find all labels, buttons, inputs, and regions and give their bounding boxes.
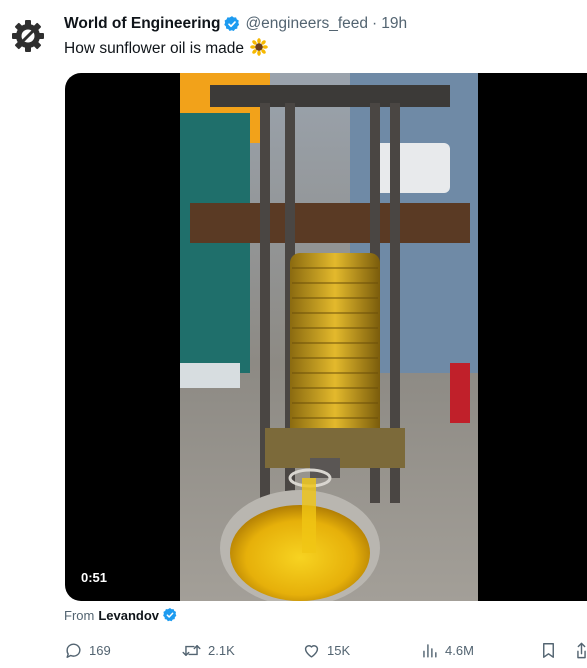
verified-badge-icon bbox=[162, 607, 178, 623]
share-button[interactable] bbox=[576, 638, 587, 662]
repost-count: 2.1K bbox=[208, 642, 235, 658]
repost-icon bbox=[182, 644, 201, 656]
verified-badge-icon bbox=[223, 15, 241, 33]
tweet-text: How sunflower oil is made bbox=[64, 38, 269, 61]
tweet-header: World of Engineering @engineers_feed · 1… bbox=[64, 13, 407, 35]
gear-logo-icon bbox=[12, 20, 44, 52]
tweet[interactable]: World of Engineering @engineers_feed · 1… bbox=[0, 0, 587, 668]
separator-dot: · bbox=[372, 15, 378, 32]
source-name[interactable]: Levandov bbox=[98, 608, 159, 623]
video-player[interactable]: 0:51 bbox=[65, 73, 587, 601]
like-count: 15K bbox=[327, 642, 351, 658]
reply-count: 169 bbox=[89, 642, 111, 658]
source-prefix: From bbox=[64, 607, 95, 623]
author-name[interactable]: World of Engineering bbox=[64, 15, 220, 33]
reply-button[interactable]: 169 bbox=[64, 638, 111, 662]
view-count: 4.6M bbox=[445, 642, 474, 658]
bookmark-icon bbox=[543, 642, 554, 658]
author-handle[interactable]: @engineers_feed bbox=[245, 15, 368, 33]
reply-icon bbox=[66, 643, 81, 658]
views-chart-icon bbox=[423, 643, 437, 658]
tweet-timestamp[interactable]: 19h bbox=[381, 15, 407, 33]
share-icon bbox=[577, 642, 586, 658]
tweet-text-content: How sunflower oil is made bbox=[64, 40, 245, 57]
repost-button[interactable]: 2.1K bbox=[181, 638, 235, 662]
bookmark-button[interactable] bbox=[539, 638, 558, 662]
video-duration: 0:51 bbox=[77, 568, 112, 587]
views-button[interactable]: 4.6M bbox=[420, 638, 474, 662]
oil-press-illustration bbox=[180, 73, 478, 601]
like-button[interactable]: 15K bbox=[302, 638, 350, 662]
tweet-actions: 169 2.1K 15K 4.6M bbox=[64, 638, 587, 662]
avatar[interactable] bbox=[8, 16, 48, 56]
video-frame bbox=[180, 73, 478, 601]
heart-icon bbox=[304, 644, 319, 658]
sunflower-icon bbox=[250, 38, 269, 61]
media-source: From Levandov bbox=[64, 607, 182, 623]
